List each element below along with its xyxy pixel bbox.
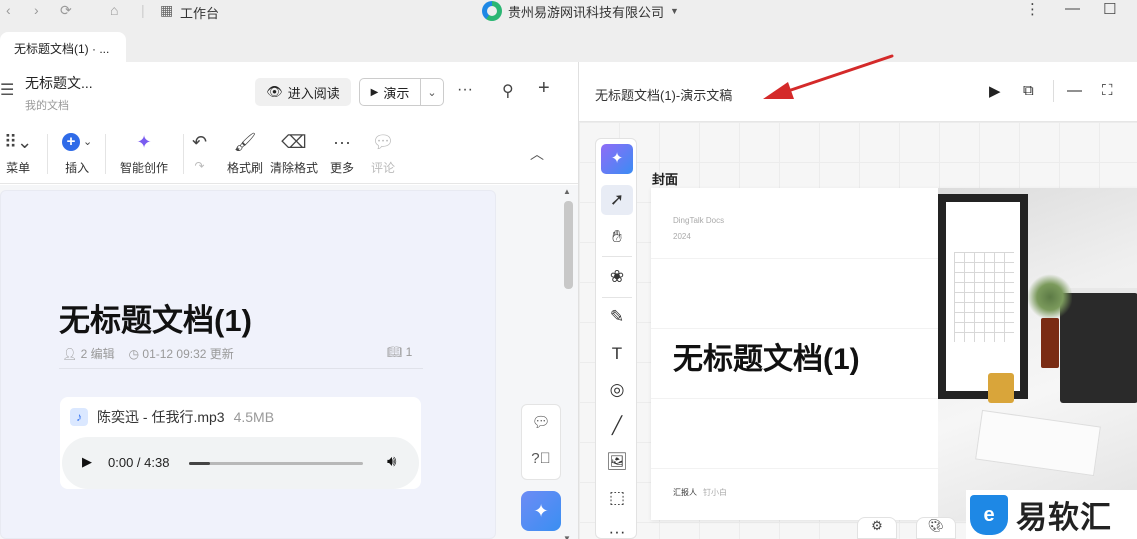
annotation-arrow — [763, 54, 894, 99]
watermark-text: 易软汇 — [1016, 500, 1112, 535]
watermark: e 易软汇 — [966, 490, 1137, 539]
watermark-logo: e — [970, 494, 1008, 535]
